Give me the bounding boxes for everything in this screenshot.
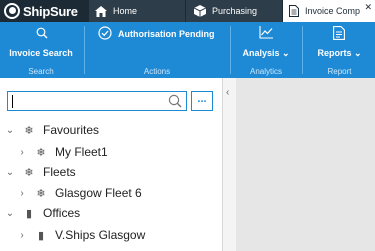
tree-node-glasgow-fleet-6[interactable]: › ❄ Glasgow Fleet 6 <box>0 182 222 204</box>
ribbon-group-actions: Authorisation Pending Actions <box>86 22 228 78</box>
ribbon-group-report-label: Report <box>327 67 352 76</box>
more-options-button[interactable]: ... <box>191 91 213 111</box>
ribbon-group-report: Reports ⌄ Report <box>304 22 375 78</box>
tree-node-favourites[interactable]: ⌄ ❄ Favourites <box>0 119 222 141</box>
logo-mark-icon <box>4 3 20 19</box>
ribbon-toolbar: Invoice Search Search Authorisation Pend… <box>0 22 375 78</box>
tab-invoice[interactable]: Invoice Comp ✕ <box>283 0 375 22</box>
reports-label-text: Reports <box>317 48 352 58</box>
ribbon-separator <box>230 26 231 74</box>
search-icon[interactable] <box>168 94 182 108</box>
reports-button[interactable]: Reports ⌄ <box>304 22 375 66</box>
chevron-down-icon[interactable]: ⌄ <box>5 208 15 219</box>
chevron-down-icon: ⌄ <box>282 48 290 58</box>
tab-close-icon[interactable]: ✕ <box>362 2 372 13</box>
report-icon <box>333 26 345 40</box>
box-icon <box>194 5 206 17</box>
ribbon-group-actions-label: Actions <box>143 67 171 76</box>
snowflake-icon: ❄ <box>24 166 34 179</box>
chevron-down-icon[interactable]: ⌄ <box>5 125 15 136</box>
authorisation-pending-label: Authorisation Pending <box>118 29 215 39</box>
shipsure-logo: ShipSure <box>0 0 89 22</box>
building-icon: ▮ <box>25 207 33 220</box>
snowflake-icon: ❄ <box>36 187 46 200</box>
search-icon <box>36 27 48 39</box>
ribbon-group-analytics-label: Analytics <box>249 67 282 76</box>
content-area <box>236 78 375 251</box>
chevron-right-icon[interactable]: › <box>17 188 27 199</box>
tree-node-label: Offices <box>43 206 81 220</box>
ribbon-separator <box>84 26 85 74</box>
building-icon: ▮ <box>37 229 45 242</box>
text-caret <box>12 95 13 108</box>
tree-node-fleets[interactable]: ⌄ ❄ Fleets <box>0 161 222 183</box>
tab-home[interactable]: Home <box>89 0 185 22</box>
tree-node-label: Glasgow Fleet 6 <box>55 186 142 200</box>
ribbon-group-analytics: Analysis ⌄ Analytics <box>232 22 300 78</box>
home-icon <box>95 5 107 17</box>
analysis-label: Analysis ⌄ <box>232 48 300 59</box>
chevron-down-icon[interactable]: ⌄ <box>5 167 15 178</box>
invoice-search-button[interactable]: Invoice Search <box>0 22 82 66</box>
document-icon <box>289 5 299 17</box>
snowflake-icon: ❄ <box>36 146 46 159</box>
chevron-down-icon: ⌄ <box>353 48 362 58</box>
ribbon-group-search-label: Search <box>28 67 54 76</box>
logo-text: ShipSure <box>23 3 78 19</box>
title-bar: ShipSure Home Purchasing Invoice Comp ✕ <box>0 0 375 22</box>
tab-invoice-label: Invoice Comp <box>305 6 361 16</box>
chevron-right-icon[interactable]: › <box>17 230 27 241</box>
tree-node-label: Favourites <box>43 123 100 137</box>
chevron-right-icon[interactable]: › <box>17 147 27 158</box>
invoice-search-label: Invoice Search <box>9 48 73 58</box>
tree-node-vships-glasgow[interactable]: › ▮ V.Ships Glasgow <box>0 224 222 246</box>
tree-node-offices[interactable]: ⌄ ▮ Offices <box>0 202 222 224</box>
tab-purchasing[interactable]: Purchasing <box>186 0 282 22</box>
reports-label: Reports ⌄ <box>304 48 375 59</box>
ribbon-group-search: Invoice Search Search <box>0 22 82 78</box>
tree-node-label: Fleets <box>43 165 76 179</box>
authorisation-pending-button[interactable]: Authorisation Pending <box>86 22 228 66</box>
tree-node-label: V.Ships Glasgow <box>55 228 146 242</box>
tree-node-my-fleet1[interactable]: › ❄ My Fleet1 <box>0 141 222 163</box>
collapse-panel-icon[interactable]: ‹ <box>226 87 229 98</box>
snowflake-icon: ❄ <box>24 124 34 137</box>
navigation-panel: ... ‹ ⌄ ❄ Favourites › ❄ My Fleet1 ⌄ ❄ F… <box>0 78 236 251</box>
check-circle-icon <box>98 26 112 40</box>
tab-home-label: Home <box>113 6 138 16</box>
tree-node-label: My Fleet1 <box>55 145 108 159</box>
chart-line-icon <box>259 26 273 39</box>
ribbon-separator <box>302 26 303 74</box>
tab-purchasing-label: Purchasing <box>212 6 258 16</box>
tree-search-box <box>7 91 187 111</box>
tree-search-input[interactable] <box>10 93 160 109</box>
analysis-label-text: Analysis <box>242 48 280 58</box>
analysis-button[interactable]: Analysis ⌄ <box>232 22 300 66</box>
panel-splitter[interactable]: ‹ <box>222 78 236 251</box>
